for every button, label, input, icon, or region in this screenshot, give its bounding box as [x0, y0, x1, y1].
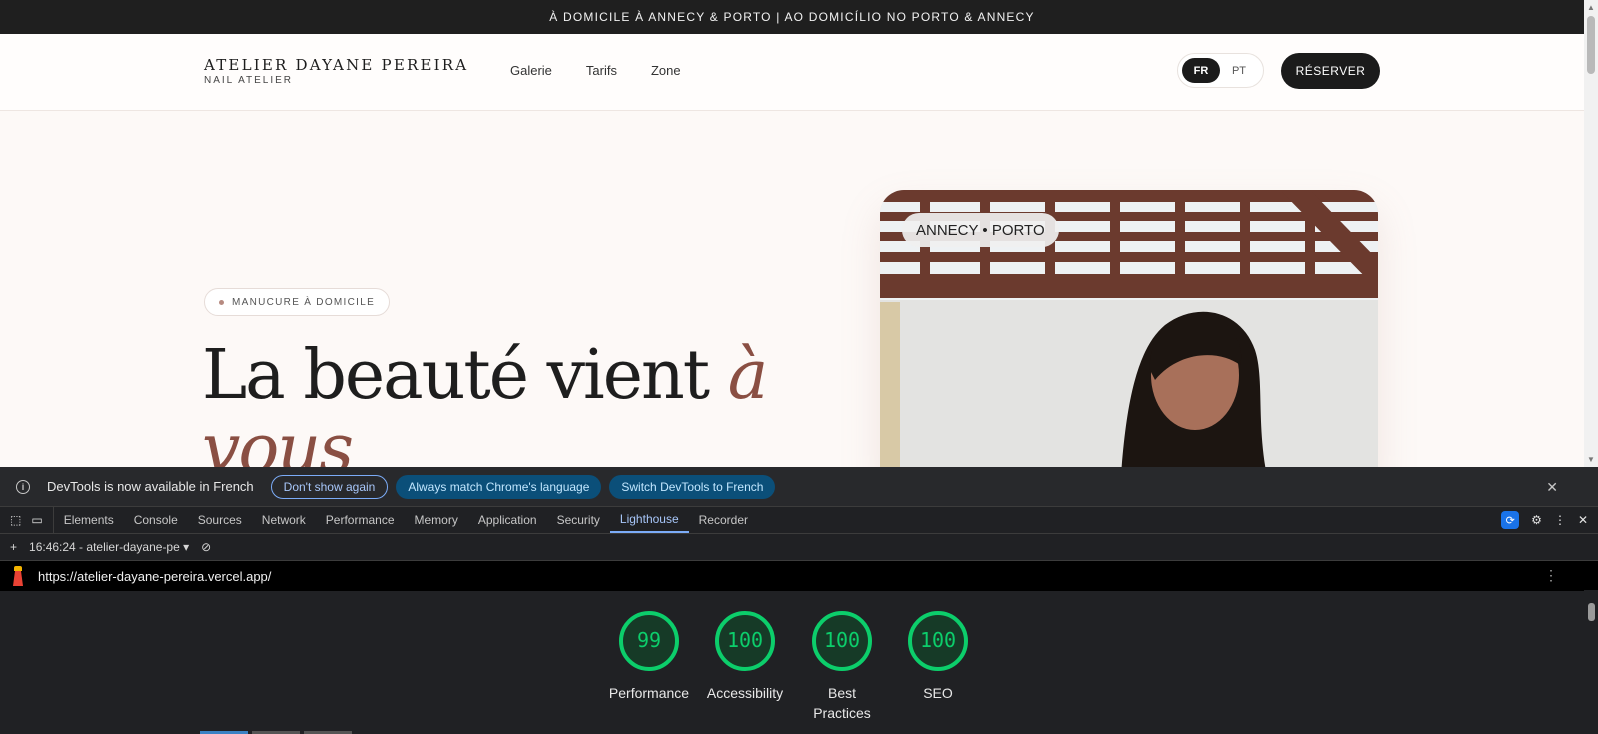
language-switcher: FR PT	[1177, 53, 1264, 88]
announcement-bar: À DOMICILE À ANNECY & PORTO | AO DOMICÍL…	[0, 0, 1584, 34]
more-menu-icon[interactable]: ⋮	[1554, 513, 1566, 527]
label-best-practices: Best Practices	[813, 685, 871, 721]
scroll-down-icon[interactable]: ▼	[1587, 455, 1595, 464]
tabbar-actions: ⟳ ⚙ ⋮ ✕	[1501, 511, 1588, 529]
devtools-tabbar: ⬚ ▭ Elements Console Sources Network Per…	[0, 507, 1598, 534]
tab-sources[interactable]: Sources	[188, 507, 252, 533]
lighthouse-scores: 99 Performance 100 Accessibility 100 Bes…	[0, 591, 1598, 734]
score-best-practices: 100	[824, 628, 860, 652]
tab-network[interactable]: Network	[252, 507, 316, 533]
site-header: ATELIER DAYANE PEREIRA NAIL ATELIER Gale…	[0, 34, 1584, 111]
infobar-text: DevTools is now available in French	[47, 479, 254, 494]
report-url[interactable]: https://atelier-dayane-pereira.vercel.ap…	[38, 569, 271, 584]
switch-french-button[interactable]: Switch DevTools to French	[609, 474, 776, 499]
tab-elements[interactable]: Elements	[54, 507, 124, 533]
close-infobar-icon[interactable]: ✕	[1546, 479, 1558, 496]
announcement-text: À DOMICILE À ANNECY & PORTO | AO DOMICÍL…	[549, 10, 1035, 24]
lang-pt-button[interactable]: PT	[1220, 58, 1258, 83]
label-accessibility: Accessibility	[706, 685, 784, 701]
label-seo: SEO	[923, 685, 953, 701]
devtools-panel: i DevTools is now available in French Do…	[0, 467, 1598, 734]
label-performance: Performance	[608, 685, 690, 701]
devtools-scrollbar[interactable]	[1584, 590, 1598, 734]
hero-photo: ANNECY • PORTO	[880, 190, 1378, 467]
brand-logo[interactable]: ATELIER DAYANE PEREIRA NAIL ATELIER	[204, 56, 468, 86]
score-seo: 100	[920, 628, 956, 652]
hero-section: MANUCURE À DOMICILE La beauté vient à vo…	[0, 111, 1584, 467]
info-icon: i	[16, 479, 30, 494]
headline-main: La beauté vient	[202, 336, 728, 415]
inspect-element-icon[interactable]: ⬚	[10, 513, 21, 527]
close-devtools-icon[interactable]: ✕	[1578, 513, 1588, 527]
brand-subtitle: NAIL ATELIER	[204, 75, 294, 86]
gauge-ring-best-practices: 100	[812, 611, 872, 671]
hero-headline: La beauté vient à vous	[202, 336, 802, 468]
site-scrollbar[interactable]: ▲ ▼	[1584, 0, 1598, 467]
gauge-seo[interactable]: 100 SEO	[893, 609, 983, 703]
location-badge: ANNECY • PORTO	[902, 213, 1059, 247]
reserve-button[interactable]: RÉSERVER	[1281, 53, 1380, 89]
device-toggle-icon[interactable]: ▭	[31, 513, 42, 527]
report-url-bar: https://atelier-dayane-pereira.vercel.ap…	[0, 561, 1598, 591]
service-pill-label: MANUCURE À DOMICILE	[232, 296, 376, 308]
gauge-best-practices[interactable]: 100 Best Practices	[797, 609, 887, 723]
tab-lighthouse[interactable]: Lighthouse	[609, 507, 689, 533]
website-viewport: À DOMICILE À ANNECY & PORTO | AO DOMICÍL…	[0, 0, 1584, 467]
score-performance: 99	[637, 628, 661, 652]
brand-name: ATELIER DAYANE PEREIRA	[204, 56, 469, 74]
tab-memory[interactable]: Memory	[405, 507, 468, 533]
nav-zone[interactable]: Zone	[651, 63, 681, 78]
tab-tools: ⬚ ▭	[0, 507, 54, 533]
settings-gear-icon[interactable]: ⚙	[1531, 513, 1542, 527]
lighthouse-logo-icon	[10, 566, 26, 586]
nav-galerie[interactable]: Galerie	[510, 63, 552, 78]
gauge-ring-seo: 100	[908, 611, 968, 671]
report-time: 16:46:24 - atelier-dayane-pe	[29, 540, 180, 554]
gauge-performance[interactable]: 99 Performance	[604, 609, 694, 703]
pill-dot-icon	[219, 299, 224, 305]
lang-fr-button[interactable]: FR	[1182, 58, 1220, 83]
site-scroll-thumb[interactable]	[1587, 16, 1595, 74]
devtools-scroll-thumb[interactable]	[1588, 603, 1595, 621]
service-pill: MANUCURE À DOMICILE	[204, 288, 391, 316]
main-nav: Galerie Tarifs Zone	[510, 63, 681, 78]
match-language-button[interactable]: Always match Chrome's language	[396, 474, 602, 499]
clear-reports-icon[interactable]: ⊘	[201, 540, 211, 554]
tab-application[interactable]: Application	[468, 507, 547, 533]
tab-security[interactable]: Security	[547, 507, 610, 533]
lighthouse-toolbar: + 16:46:24 - atelier-dayane-pe ▾ ⊘	[0, 534, 1598, 561]
dont-show-again-button[interactable]: Don't show again	[270, 474, 389, 499]
score-accessibility: 100	[727, 628, 763, 652]
tab-recorder[interactable]: Recorder	[689, 507, 758, 533]
nav-tarifs[interactable]: Tarifs	[586, 63, 617, 78]
gauge-accessibility[interactable]: 100 Accessibility	[700, 609, 790, 703]
issues-badge-icon[interactable]: ⟳	[1501, 511, 1520, 529]
report-select[interactable]: 16:46:24 - atelier-dayane-pe ▾	[29, 540, 189, 554]
url-menu-icon[interactable]: ⋮	[1544, 567, 1558, 584]
gauge-ring-performance: 99	[619, 611, 679, 671]
scroll-up-icon[interactable]: ▲	[1587, 3, 1595, 12]
gauge-ring-accessibility: 100	[715, 611, 775, 671]
tab-console[interactable]: Console	[124, 507, 188, 533]
tab-performance[interactable]: Performance	[316, 507, 405, 533]
new-report-icon[interactable]: +	[10, 540, 17, 554]
devtools-infobar: i DevTools is now available in French Do…	[0, 467, 1598, 507]
